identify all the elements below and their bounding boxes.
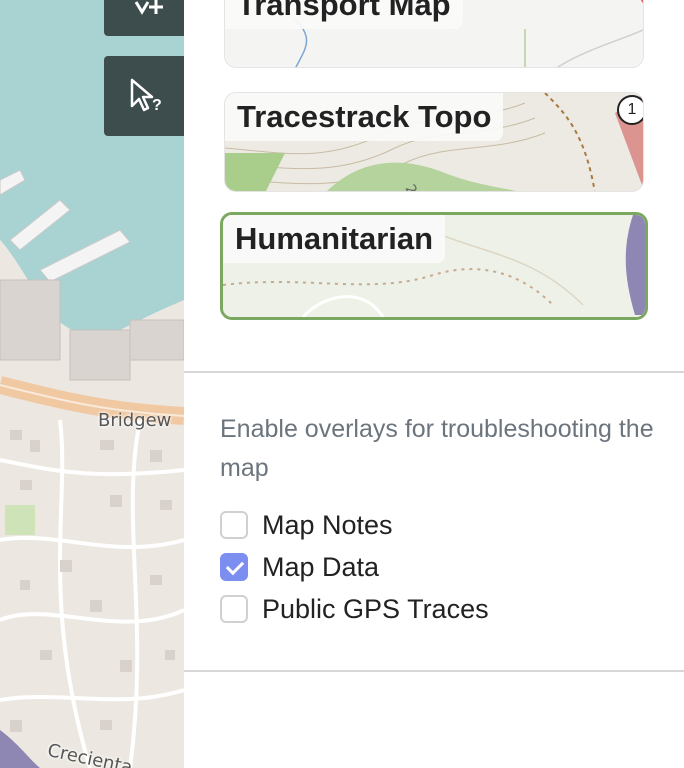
svg-text:?: ? [152, 97, 162, 114]
route-badge: 1 [617, 95, 643, 125]
overlay-map-notes[interactable]: Map Notes [220, 510, 393, 540]
overlay-map-data[interactable]: Map Data [220, 552, 379, 582]
map-data-checkbox[interactable] [220, 553, 248, 581]
layer-card-humanitarian[interactable]: Humanitarian [220, 212, 648, 320]
route-badge-number: 1 [627, 101, 637, 118]
layer-card-tracestrack[interactable]: 2C Tracestrack Topo 1 [224, 92, 644, 192]
overlays-description: Enable overlays for troubleshooting the … [220, 415, 654, 482]
overlay-label: Public GPS Traces [262, 593, 489, 624]
map-view[interactable]: Bridgew Crecienta ? [0, 0, 184, 768]
overlay-public-gps-traces[interactable]: Public GPS Traces [220, 594, 489, 624]
overlay-label: Map Data [262, 551, 380, 582]
gps-traces-checkbox[interactable] [220, 595, 248, 623]
layer-label: Humanitarian [223, 215, 446, 263]
map-notes-checkbox[interactable] [220, 511, 248, 539]
layer-label: Tracestrack Topo [225, 93, 504, 141]
layer-card-transport[interactable]: Transport Map [224, 0, 644, 68]
add-button[interactable] [104, 0, 184, 36]
street-label: Bridgew [98, 410, 172, 431]
section-divider [184, 670, 684, 672]
overlay-label: Map Notes [262, 509, 393, 540]
layer-label: Transport Map [225, 0, 463, 29]
section-divider [184, 371, 684, 373]
plus-icon [134, 0, 163, 15]
layers-sidebar: Transport Map 2C Tracestrack Topo 1 Huma… [184, 0, 684, 768]
query-cursor-icon: ? [130, 78, 162, 114]
query-features-button[interactable]: ? [104, 56, 184, 136]
